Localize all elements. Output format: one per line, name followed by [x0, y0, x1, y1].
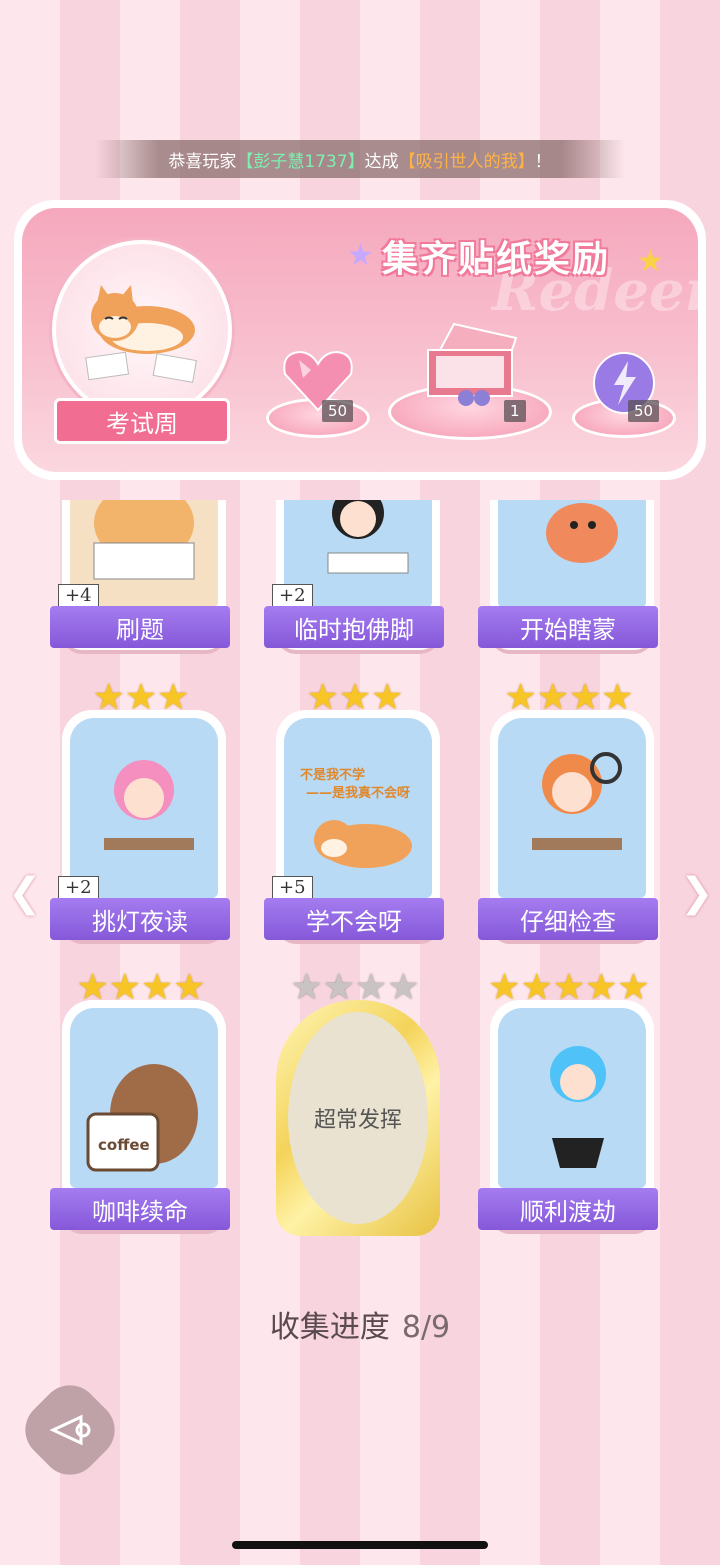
card-name: 顺利渡劫	[478, 1188, 658, 1230]
pink-hair-girl-art	[70, 718, 218, 898]
card-name: 临时抱佛脚	[264, 606, 444, 648]
banner-middle: 达成	[364, 151, 399, 172]
art-caption: coffee	[98, 1136, 150, 1154]
art-caption: 不是我不学	[300, 768, 366, 783]
banner-achievement: 【吸引世人的我】	[398, 151, 535, 172]
sticker-grid: +4 刷题 +2 临时抱佛脚 开始瞎蒙 ★★★ +2 挑灯夜读 ★★★	[0, 500, 720, 1260]
shrimp-art	[498, 500, 646, 608]
blue-hair-girl-art	[498, 1008, 646, 1188]
banner-suffix: ！	[534, 151, 552, 172]
star-deco-icon: ★	[347, 238, 374, 273]
theme-sticker[interactable]	[52, 240, 232, 420]
item-count: 50	[322, 400, 354, 422]
card-name: 学不会呀	[264, 898, 444, 940]
collection-progress: 收集进度 8/9	[0, 1302, 720, 1346]
card-name: 仔细检查	[478, 898, 658, 940]
card-name: 咖啡续命	[50, 1188, 230, 1230]
banner-player: 【彭子慧1737】	[236, 151, 365, 172]
bear-coffee-art: coffee	[70, 1008, 218, 1188]
prev-page-arrow-icon[interactable]: ❮	[8, 870, 42, 916]
back-button[interactable]	[13, 1373, 127, 1487]
gift-box-icon[interactable]	[417, 318, 527, 408]
card-name: 开始瞎蒙	[478, 606, 658, 648]
locked-card-name: 超常发挥	[288, 1012, 428, 1224]
star-deco-icon: ★	[637, 244, 664, 279]
achievement-banner: 恭喜玩家 【彭子慧1737】 达成 【吸引世人的我】 ！	[95, 140, 625, 178]
art-caption: ——是我真不会呀	[306, 786, 411, 801]
banner-prefix: 恭喜玩家	[168, 151, 237, 172]
plus-badge: +2	[58, 876, 99, 899]
item-count: 1	[504, 400, 526, 422]
theme-label: 考试周	[54, 398, 230, 444]
plus-badge: +2	[272, 584, 313, 607]
back-arrow-icon	[49, 1414, 91, 1446]
plus-badge: +4	[58, 584, 99, 607]
card-name: 挑灯夜读	[50, 898, 230, 940]
reward-panel: Redeem ★ 集齐贴纸奖励 ★ 考试周	[14, 200, 706, 480]
progress-label: 收集进度	[269, 1310, 390, 1345]
item-count: 50	[628, 400, 660, 422]
card-name: 刷题	[50, 606, 230, 648]
plus-badge: +5	[272, 876, 313, 899]
home-indicator[interactable]	[232, 1541, 488, 1549]
shiba-dog-icon	[85, 285, 198, 383]
magnifier-girl-art	[498, 718, 646, 898]
progress-value: 8/9	[401, 1310, 451, 1345]
shiba-dog-art: 不是我不学 ——是我真不会呀	[284, 718, 432, 898]
next-page-arrow-icon[interactable]: ❯	[680, 870, 714, 916]
reward-title: 集齐贴纸奖励	[382, 239, 611, 280]
